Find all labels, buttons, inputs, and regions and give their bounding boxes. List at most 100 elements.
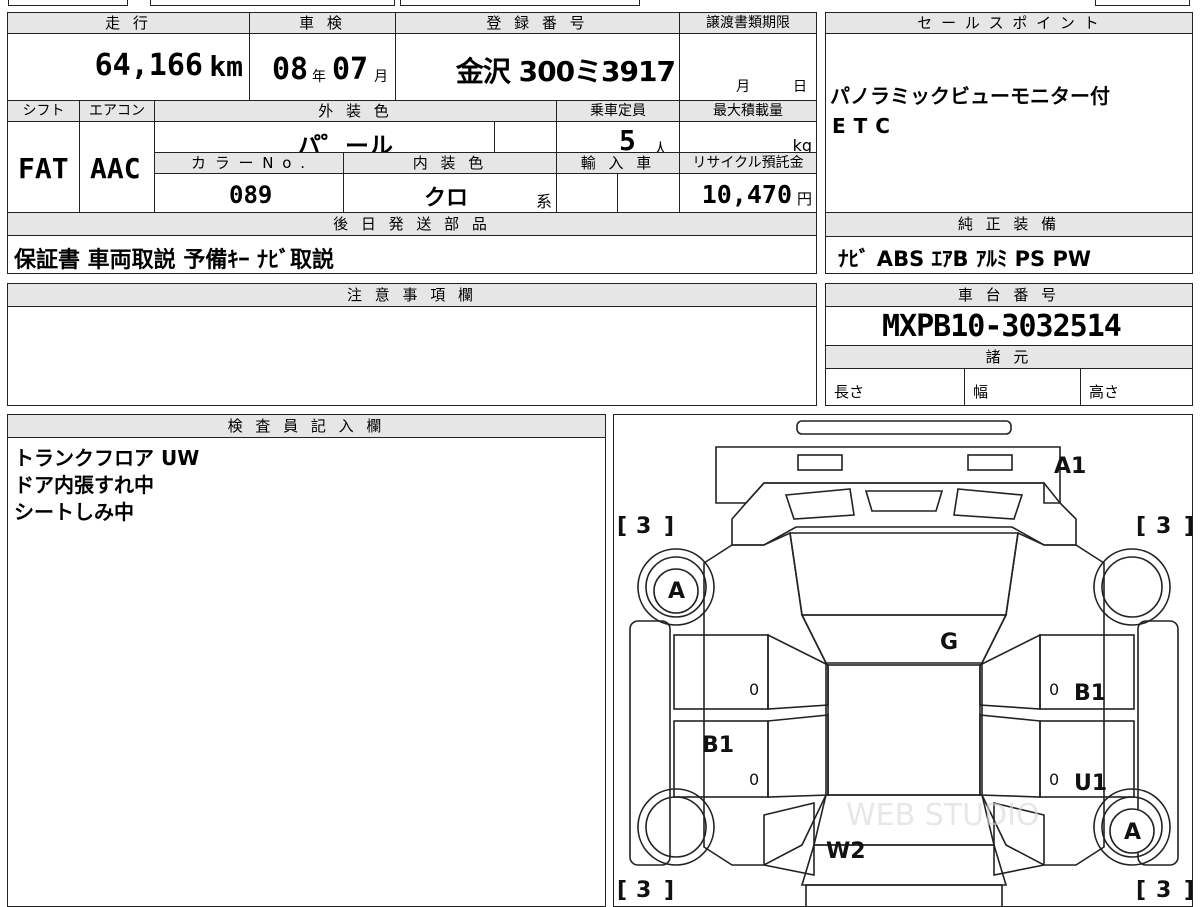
chassis-box: MXPB10-3032514 <box>825 306 1193 346</box>
inspector-box: トランクフロア UW ドア内張すれ中 シートしみ中 <box>7 437 606 907</box>
transfer-month-unit: 月 <box>736 79 750 95</box>
sales-point-line-2: ETC <box>832 114 898 138</box>
mileage-value: 64,166 <box>94 48 203 83</box>
transfer-day-unit: 日 <box>793 79 807 95</box>
sales-point-line-1: パノラミックビューモニター付 <box>830 84 1110 108</box>
transfer-deadline-header: 譲渡書類期限 <box>679 12 817 34</box>
registration-value: 金沢 300ミ3917 <box>455 55 676 88</box>
front-right-light <box>953 488 1024 520</box>
front-left-light <box>784 488 855 520</box>
inspector-line-2: ドア内張すれ中 <box>14 473 154 497</box>
color-no-header: カ ラ ー N o . <box>154 152 344 174</box>
front-right-wheel-outer <box>1093 548 1171 626</box>
mark-w2: W2 <box>826 839 866 864</box>
mark-a1: A1 <box>1054 454 1086 479</box>
right-lamp-outline <box>967 454 1013 471</box>
shift-cell: FAT <box>7 121 80 213</box>
tire-front-right: 3 <box>1156 514 1171 539</box>
left-lamp-outline <box>797 454 843 471</box>
tire-bracket-rear-right-open: [ <box>1136 878 1146 903</box>
rear-left-wheel-outer <box>637 788 715 866</box>
standard-equipment-box: ﾅﾋﾞ ABS ｴｱB ｱﾙﾐ PS PW <box>825 236 1193 274</box>
rear-left-wheel-inner <box>645 796 707 858</box>
specs-height-cell: 高さ <box>1080 368 1193 406</box>
registration-header: 登 録 番 号 <box>395 12 680 34</box>
recycle-cell: 10,470 円 <box>679 173 817 213</box>
recycle-header: リサイクル預託金 <box>679 152 817 174</box>
front-right-wheel-inner <box>1101 556 1163 618</box>
standard-equipment-header: 純 正 装 備 <box>825 212 1193 237</box>
mark-zero-2: 0 <box>1049 680 1059 699</box>
mark-g: G <box>940 630 958 655</box>
car-diagram-box: [ ] [ ] [ ] [ ] 3 3 3 3 A1 A G B1 B1 U1 … <box>613 414 1193 907</box>
left-side-strip <box>629 620 671 866</box>
later-parts-value: 保証書 車両取説 予備ｷｰ ﾅﾋﾞ取説 <box>14 248 334 273</box>
specs-length-cell: 長さ <box>825 368 965 406</box>
mark-b1-right: B1 <box>1074 681 1106 706</box>
max-load-header: 最大積載量 <box>679 100 817 122</box>
tire-bracket-rear-right-close: ] <box>1184 878 1193 903</box>
specs-length-label: 長さ <box>834 383 865 401</box>
roof-center <box>827 664 981 796</box>
specs-height-label: 高さ <box>1089 383 1120 401</box>
later-parts-header: 後 日 発 送 部 品 <box>7 212 817 236</box>
tire-rear-left: 3 <box>636 878 651 903</box>
top-cut-strip <box>0 0 1200 7</box>
interior-color-cell: クロ 系 <box>343 173 557 213</box>
interior-color-suffix: 系 <box>535 192 552 211</box>
mark-a-rear-right: A <box>1124 820 1141 845</box>
roof-outline <box>800 614 1008 664</box>
aircon-value: AAC <box>90 152 141 185</box>
inspection-month: 07 <box>332 52 369 87</box>
rear-spoiler-outline <box>796 420 1012 435</box>
color-no-cell: 089 <box>154 173 344 213</box>
mileage-cell: 64,166 km <box>7 33 250 101</box>
specs-width-label: 幅 <box>973 383 989 401</box>
shift-value: FAT <box>18 152 69 185</box>
interior-color-value: クロ <box>424 186 469 211</box>
color-no-value: 089 <box>229 181 273 209</box>
watermark: WEB STUDIO <box>846 798 1040 833</box>
tire-front-left: 3 <box>636 514 651 539</box>
exterior-color-header: 外 装 色 <box>154 100 557 122</box>
mark-a-front-left: A <box>668 579 685 604</box>
inspection-month-unit: 月 <box>374 69 388 85</box>
aircon-cell: AAC <box>79 121 155 213</box>
grille <box>864 490 944 512</box>
inspection-cell: 08 年 07 月 <box>249 33 396 101</box>
import-cell-left <box>556 173 618 213</box>
recycle-value: 10,470 <box>701 180 792 209</box>
transfer-deadline-cell: 月 日 <box>679 33 817 101</box>
aircon-header: エアコン <box>79 100 155 122</box>
tire-rear-right: 3 <box>1156 878 1171 903</box>
mark-u1: U1 <box>1074 771 1107 796</box>
windshield <box>789 532 1019 616</box>
notes-box <box>7 306 817 406</box>
tire-bracket-front-right-close: ] <box>1184 514 1193 539</box>
rear-bumper-outline <box>805 884 1003 906</box>
mark-b1-left: B1 <box>702 733 734 758</box>
inspector-line-3: シートしみ中 <box>14 500 134 524</box>
specs-header: 諸 元 <box>825 345 1193 369</box>
later-parts-cell: 保証書 車両取説 予備ｷｰ ﾅﾋﾞ取説 <box>7 235 817 274</box>
tire-bracket-rear-left-close: ] <box>664 878 674 903</box>
mark-zero-4: 0 <box>1049 770 1059 789</box>
inspector-header: 検 査 員 記 入 欄 <box>7 414 606 438</box>
inspection-header: 車 検 <box>249 12 396 34</box>
sales-points-header: セ ー ル ス ポ イ ン ト <box>825 12 1193 34</box>
interior-color-header: 内 装 色 <box>343 152 557 174</box>
chassis-header: 車 台 番 号 <box>825 283 1193 307</box>
inspector-line-1: トランクフロア UW <box>14 446 200 470</box>
tire-bracket-rear-left-open: [ <box>617 878 627 903</box>
notes-header: 注 意 事 項 欄 <box>7 283 817 307</box>
import-header: 輸 入 車 <box>556 152 680 174</box>
inspection-year: 08 <box>272 52 309 87</box>
tire-bracket-front-left-open: [ <box>617 514 627 539</box>
standard-equipment-value: ﾅﾋﾞ ABS ｴｱB ｱﾙﾐ PS PW <box>838 247 1092 271</box>
tire-bracket-front-right-open: [ <box>1136 514 1146 539</box>
registration-cell: 金沢 300ミ3917 <box>395 33 680 101</box>
car-diagram: [ ] [ ] [ ] [ ] 3 3 3 3 A1 A G B1 B1 U1 … <box>617 420 1193 906</box>
vehicle-info-table: 走 行 車 検 登 録 番 号 譲渡書類期限 64,166 km 08 年 07… <box>7 12 817 274</box>
tire-bracket-front-left-close: ] <box>664 514 674 539</box>
specs-width-cell: 幅 <box>964 368 1081 406</box>
